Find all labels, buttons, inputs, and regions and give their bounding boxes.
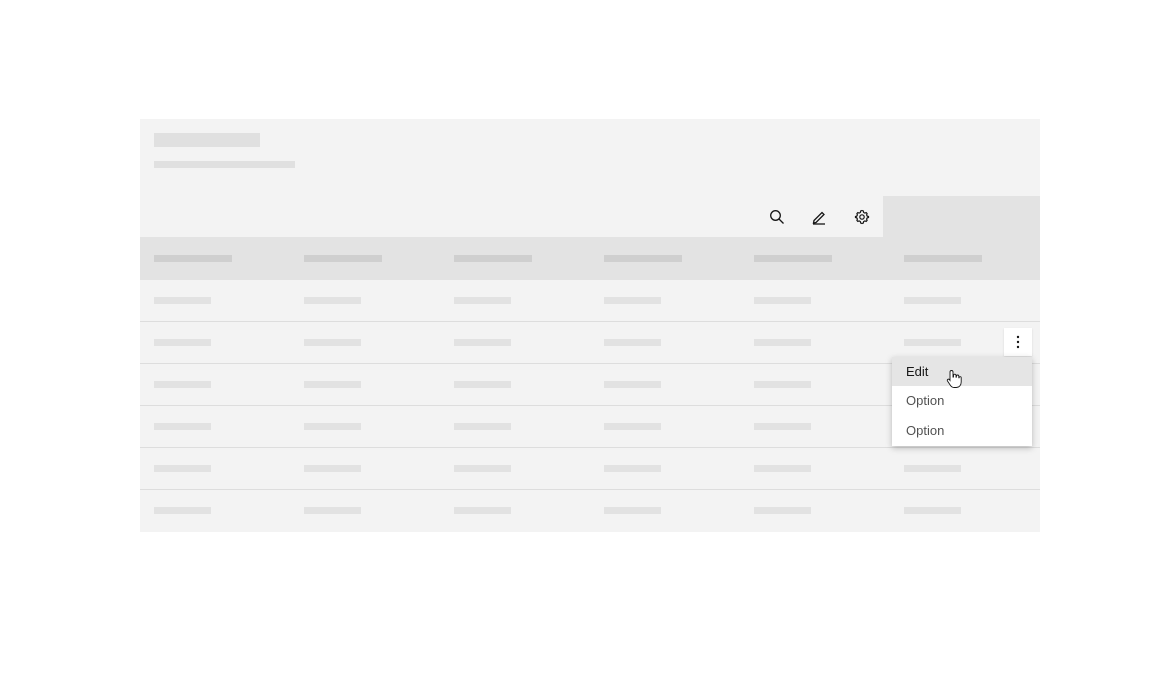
- hand-cursor-icon: [946, 370, 962, 388]
- cell-skeleton: [454, 297, 511, 304]
- table-row[interactable]: [140, 490, 1040, 532]
- cell-skeleton: [604, 423, 661, 430]
- column-header[interactable]: [154, 255, 232, 262]
- cell-skeleton: [154, 339, 211, 346]
- cell-skeleton: [154, 423, 211, 430]
- row-overflow-menu-button[interactable]: [1004, 328, 1032, 356]
- edit-icon: [812, 211, 825, 225]
- table-header: [140, 119, 1040, 196]
- search-icon: [770, 209, 784, 224]
- cell-skeleton: [304, 339, 361, 346]
- cell-skeleton: [154, 381, 211, 388]
- title-skeleton: [154, 133, 260, 147]
- search-button[interactable]: [756, 196, 798, 237]
- cell-skeleton: [754, 507, 811, 514]
- table-toolbar: [140, 196, 1040, 237]
- cell-skeleton: [604, 381, 661, 388]
- column-header[interactable]: [304, 255, 382, 262]
- cell-skeleton: [304, 423, 361, 430]
- cell-skeleton: [604, 339, 661, 346]
- column-header[interactable]: [604, 255, 682, 262]
- cell-skeleton: [604, 297, 661, 304]
- column-header[interactable]: [904, 255, 982, 262]
- cell-skeleton: [904, 297, 961, 304]
- cell-skeleton: [604, 507, 661, 514]
- subtitle-skeleton: [154, 161, 295, 168]
- cell-skeleton: [454, 465, 511, 472]
- cell-skeleton: [754, 423, 811, 430]
- overflow-menu-vertical-icon: [1016, 335, 1020, 349]
- cell-skeleton: [904, 507, 961, 514]
- settings-button[interactable]: [841, 196, 883, 237]
- cell-skeleton: [904, 465, 961, 472]
- overflow-menu: Edit Option Option: [892, 357, 1032, 446]
- cell-skeleton: [154, 297, 211, 304]
- cell-skeleton: [904, 339, 961, 346]
- cell-skeleton: [304, 297, 361, 304]
- menu-item-option[interactable]: Option: [892, 416, 1032, 446]
- cell-skeleton: [754, 339, 811, 346]
- column-header[interactable]: [454, 255, 532, 262]
- cell-skeleton: [604, 465, 661, 472]
- table-header-row: [140, 237, 1040, 280]
- cell-skeleton: [454, 381, 511, 388]
- cell-skeleton: [304, 381, 361, 388]
- edit-button[interactable]: [798, 196, 840, 237]
- cell-skeleton: [304, 507, 361, 514]
- cell-skeleton: [754, 381, 811, 388]
- cell-skeleton: [754, 297, 811, 304]
- table-row[interactable]: [140, 448, 1040, 490]
- cell-skeleton: [454, 339, 511, 346]
- settings-icon: [854, 209, 870, 224]
- cell-skeleton: [154, 507, 211, 514]
- table-row[interactable]: [140, 280, 1040, 322]
- cell-skeleton: [304, 465, 361, 472]
- cell-skeleton: [454, 423, 511, 430]
- column-header[interactable]: [754, 255, 832, 262]
- primary-action-button[interactable]: [883, 196, 1040, 237]
- menu-item-option[interactable]: Option: [892, 386, 1032, 416]
- menu-item-edit[interactable]: Edit: [892, 357, 1032, 386]
- cell-skeleton: [154, 465, 211, 472]
- cell-skeleton: [454, 507, 511, 514]
- cell-skeleton: [754, 465, 811, 472]
- data-table-card: Edit Option Option: [140, 119, 1040, 532]
